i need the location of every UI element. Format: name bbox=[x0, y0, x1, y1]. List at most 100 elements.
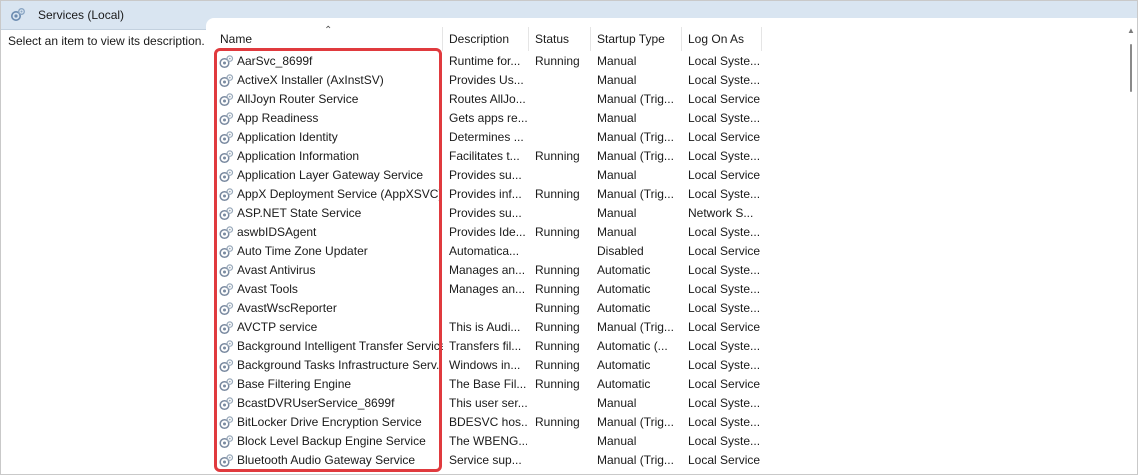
service-status-cell: Running bbox=[535, 377, 580, 391]
service-description-cell: Automatica... bbox=[449, 244, 520, 258]
header-title: Services (Local) bbox=[38, 8, 125, 22]
column-header-status[interactable]: Status bbox=[529, 27, 591, 51]
service-row[interactable]: Avast Antivirus Manages an... Running Autom… bbox=[206, 261, 1126, 280]
service-gear-icon bbox=[219, 397, 234, 411]
service-logon-cell: Local Service bbox=[688, 168, 761, 182]
scrollbar-thumb[interactable] bbox=[1130, 44, 1132, 92]
service-row[interactable]: Bluetooth Audio Gateway Service Service s… bbox=[206, 451, 1126, 470]
service-gear-icon bbox=[219, 359, 234, 373]
service-name-cell: Bluetooth Audio Gateway Service bbox=[237, 453, 416, 467]
service-row[interactable]: Auto Time Zone Updater Automatica... Disab… bbox=[206, 242, 1126, 261]
service-gear-icon bbox=[219, 340, 234, 354]
service-startup-cell: Manual bbox=[597, 396, 637, 410]
service-row[interactable]: ASP.NET State Service Provides su... Manua… bbox=[206, 204, 1126, 223]
service-startup-cell: Manual bbox=[597, 434, 637, 448]
service-row[interactable]: Avast Tools Manages an... Running Automatic… bbox=[206, 280, 1126, 299]
service-status-cell: Running bbox=[535, 301, 580, 315]
vertical-scrollbar[interactable]: ▲ bbox=[1126, 18, 1137, 474]
column-header-startup-type-label: Startup Type bbox=[597, 32, 665, 46]
service-name-cell: ActiveX Installer (AxInstSV) bbox=[237, 73, 384, 87]
service-row[interactable]: Background Intelligent Transfer Service T… bbox=[206, 337, 1126, 356]
service-status-cell bbox=[535, 432, 591, 451]
service-row[interactable]: BcastDVRUserService_8699f This user ser..… bbox=[206, 394, 1126, 413]
service-description-cell: This user ser... bbox=[449, 396, 527, 410]
service-description-cell: Provides su... bbox=[449, 168, 522, 182]
service-status-cell: Running bbox=[535, 263, 580, 277]
service-row[interactable]: AppX Deployment Service (AppXSVC) Provide… bbox=[206, 185, 1126, 204]
service-startup-cell: Manual (Trig... bbox=[597, 130, 674, 144]
service-gear-icon bbox=[219, 150, 234, 164]
service-row[interactable]: Application Identity Determines ... Manual… bbox=[206, 128, 1126, 147]
column-header-startup-type[interactable]: Startup Type bbox=[591, 27, 682, 51]
service-logon-cell: Local Service bbox=[688, 320, 761, 334]
service-name-cell: Avast Antivirus bbox=[237, 263, 316, 277]
service-row[interactable]: Background Tasks Infrastructure Serv... W… bbox=[206, 356, 1126, 375]
scroll-up-arrow-icon[interactable]: ▲ bbox=[1127, 26, 1135, 35]
services-window: Services (Local) Select an item to view … bbox=[0, 0, 1138, 475]
service-gear-icon bbox=[219, 245, 234, 259]
service-startup-cell: Disabled bbox=[597, 244, 644, 258]
service-startup-cell: Manual bbox=[597, 225, 637, 239]
service-startup-cell: Manual (Trig... bbox=[597, 415, 674, 429]
service-description-cell: Runtime for... bbox=[449, 54, 521, 68]
service-logon-cell: Local Syste... bbox=[688, 225, 761, 239]
service-startup-cell: Automatic (... bbox=[597, 339, 668, 353]
service-logon-cell: Local Service bbox=[688, 130, 761, 144]
service-name-cell: Application Identity bbox=[237, 130, 338, 144]
service-logon-cell: Local Syste... bbox=[688, 434, 761, 448]
service-description-cell: Facilitates t... bbox=[449, 149, 520, 163]
service-name-cell: AvastWscReporter bbox=[237, 301, 337, 315]
service-row[interactable]: App Readiness Gets apps re... Manual Local … bbox=[206, 109, 1126, 128]
service-row[interactable]: ActiveX Installer (AxInstSV) Provides Us.… bbox=[206, 71, 1126, 90]
service-status-cell bbox=[535, 242, 591, 261]
service-status-cell bbox=[535, 394, 591, 413]
service-description-cell: Manages an... bbox=[449, 263, 526, 277]
service-status-cell bbox=[535, 71, 591, 90]
service-name-cell: BitLocker Drive Encryption Service bbox=[237, 415, 422, 429]
service-description-cell: Determines ... bbox=[449, 130, 524, 144]
service-description-cell bbox=[449, 299, 527, 318]
service-row[interactable]: AarSvc_8699f Runtime for... Running Manual L… bbox=[206, 52, 1126, 71]
service-startup-cell: Manual bbox=[597, 111, 637, 125]
service-status-cell: Running bbox=[535, 415, 580, 429]
service-gear-icon bbox=[219, 226, 234, 240]
service-description-cell: BDESVC hos... bbox=[449, 415, 527, 429]
service-logon-cell: Local Syste... bbox=[688, 301, 761, 315]
service-row[interactable]: Block Level Backup Engine Service The WBE… bbox=[206, 432, 1126, 451]
service-startup-cell: Manual (Trig... bbox=[597, 92, 674, 106]
service-row[interactable]: Application Information Facilitates t... R… bbox=[206, 147, 1126, 166]
column-header-description[interactable]: Description bbox=[443, 27, 529, 51]
service-logon-cell: Local Syste... bbox=[688, 282, 761, 296]
service-status-cell: Running bbox=[535, 358, 580, 372]
service-description-cell: The Base Fil... bbox=[449, 377, 527, 391]
service-name-cell: Background Tasks Infrastructure Serv... bbox=[237, 358, 443, 372]
service-name-cell: Application Layer Gateway Service bbox=[237, 168, 424, 182]
service-status-cell bbox=[535, 451, 591, 470]
service-row[interactable]: AVCTP service This is Audi... Running Manua… bbox=[206, 318, 1126, 337]
service-gear-icon bbox=[219, 321, 234, 335]
service-row[interactable]: AvastWscReporter Running Automatic Local Sy… bbox=[206, 299, 1126, 318]
service-status-cell: Running bbox=[535, 339, 580, 353]
service-description-cell: Windows in... bbox=[449, 358, 521, 372]
column-header-status-label: Status bbox=[535, 32, 570, 46]
service-row[interactable]: aswbIDSAgent Provides Ide... Running Manual… bbox=[206, 223, 1126, 242]
service-row[interactable]: Application Layer Gateway Service Provide… bbox=[206, 166, 1126, 185]
service-name-cell: ASP.NET State Service bbox=[237, 206, 362, 220]
service-logon-cell: Local Syste... bbox=[688, 73, 761, 87]
column-header-log-on-as[interactable]: Log On As bbox=[682, 27, 762, 51]
service-logon-cell: Local Service bbox=[688, 377, 761, 391]
service-gear-icon bbox=[219, 264, 234, 278]
service-row[interactable]: Base Filtering Engine The Base Fil... Runn… bbox=[206, 375, 1126, 394]
service-row[interactable]: BitLocker Drive Encryption Service BDESVC… bbox=[206, 413, 1126, 432]
services-list[interactable]: Name ⌃ Description Status Startup Type L… bbox=[206, 18, 1126, 474]
service-gear-icon bbox=[219, 435, 234, 449]
service-description-cell: The WBENG... bbox=[449, 434, 527, 448]
service-status-cell bbox=[535, 128, 591, 147]
description-text: Select an item to view its description. bbox=[8, 34, 205, 48]
service-row[interactable]: AllJoyn Router Service Routes AllJo... Man… bbox=[206, 90, 1126, 109]
service-gear-icon bbox=[219, 378, 234, 392]
service-gear-icon bbox=[219, 454, 234, 468]
service-name-cell: AppX Deployment Service (AppXSVC) bbox=[237, 187, 443, 201]
service-logon-cell: Network S... bbox=[688, 206, 754, 220]
description-panel: Select an item to view its description. bbox=[1, 30, 211, 474]
